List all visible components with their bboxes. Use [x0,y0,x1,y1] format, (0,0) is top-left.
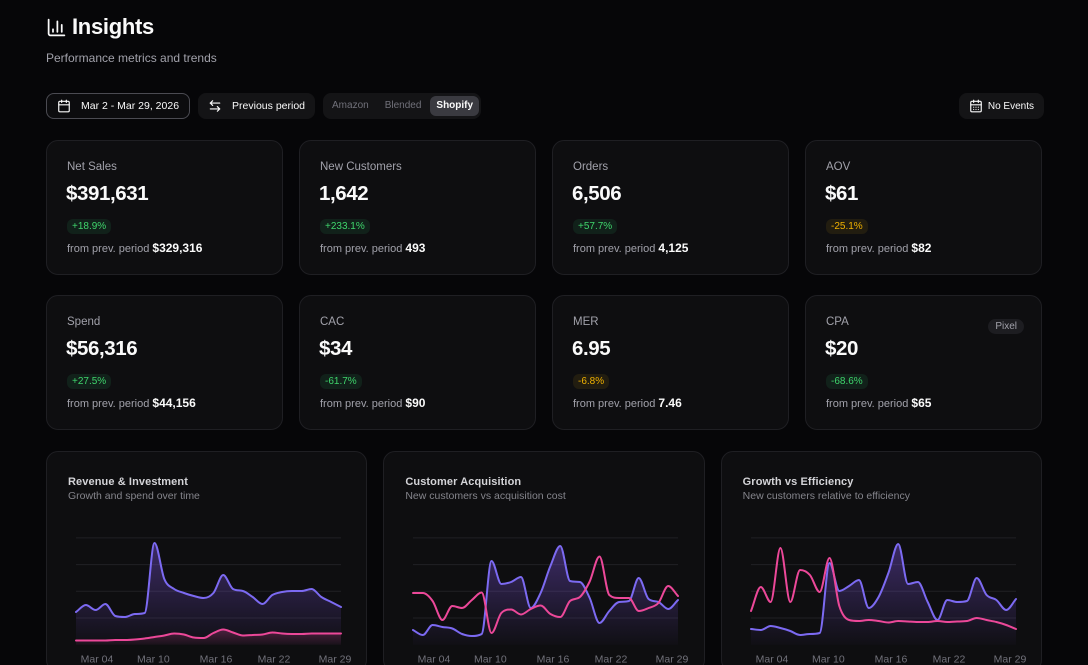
svg-text:Mar 04: Mar 04 [81,654,114,665]
svg-text:Mar 22: Mar 22 [595,654,628,665]
svg-text:Mar 29: Mar 29 [656,654,689,665]
svg-text:Mar 16: Mar 16 [200,654,233,665]
svg-text:Mar 29: Mar 29 [993,654,1026,665]
svg-text:Mar 10: Mar 10 [812,654,845,665]
svg-text:Mar 22: Mar 22 [932,654,965,665]
svg-text:Mar 04: Mar 04 [755,654,788,665]
svg-text:Mar 16: Mar 16 [537,654,570,665]
svg-text:Mar 29: Mar 29 [319,654,352,665]
svg-text:Mar 16: Mar 16 [874,654,907,665]
svg-text:Mar 10: Mar 10 [474,654,507,665]
svg-text:Mar 04: Mar 04 [418,654,451,665]
svg-text:Mar 22: Mar 22 [258,654,291,665]
svg-text:Mar 10: Mar 10 [137,654,170,665]
